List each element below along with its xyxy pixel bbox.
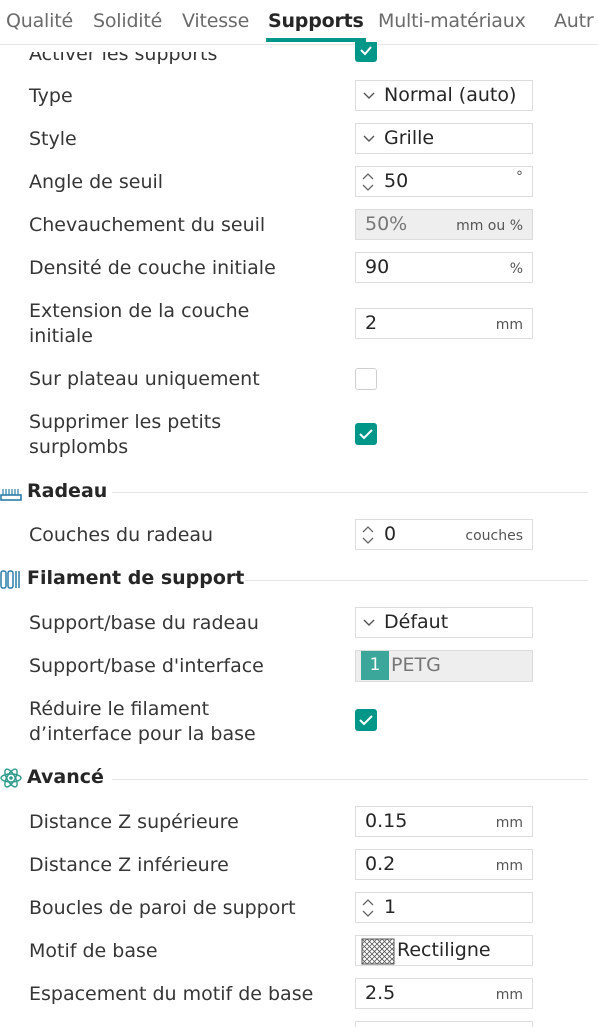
interface-filament-value: PETG — [391, 654, 441, 676]
threshold-angle-spinbox[interactable]: 50 ° — [355, 166, 533, 197]
tab-supports[interactable]: Supports — [268, 10, 364, 32]
wall-loops-spinbox[interactable]: 1 — [355, 892, 533, 923]
raft-layers-label: Couches du radeau — [29, 524, 214, 546]
bottom-z-distance-unit: mm — [495, 858, 523, 874]
base-pattern-value: Rectiligne — [397, 939, 491, 961]
reduce-interface-label-2: d’interface pour la base — [29, 723, 256, 745]
initial-layer-density-label: Densité de couche initiale — [29, 257, 276, 279]
atom-icon — [0, 768, 22, 788]
base-pattern-select[interactable]: Rectiligne — [355, 935, 533, 966]
section-divider — [112, 779, 588, 780]
initial-layer-density-value: 90 — [365, 256, 390, 278]
initial-layer-expansion-label-1: Extension de la couche — [29, 300, 250, 322]
threshold-overlap-field: 50% mm ou % — [355, 209, 533, 240]
wall-loops-value: 1 — [384, 896, 397, 918]
reduce-interface-label-1: Réduire le filament — [29, 698, 210, 720]
type-label: Type — [29, 85, 73, 107]
filament-index-badge: 1 — [361, 651, 389, 680]
section-divider — [112, 492, 588, 493]
tab-speed[interactable]: Vitesse — [182, 10, 249, 32]
threshold-angle-value: 50 — [384, 170, 409, 192]
top-z-distance-unit: mm — [495, 815, 523, 831]
bottom-z-distance-label: Distance Z inférieure — [29, 854, 229, 876]
base-pattern-spacing-value: 2.5 — [365, 982, 396, 1004]
threshold-angle-unit: ° — [516, 169, 523, 185]
chevron-down-icon — [363, 92, 375, 99]
initial-layer-expansion-value: 2 — [365, 312, 378, 334]
build-plate-only-checkbox[interactable] — [355, 368, 377, 390]
filament-icon — [0, 570, 20, 589]
threshold-overlap-label: Chevauchement du seuil — [29, 214, 266, 236]
style-value: Grille — [384, 127, 435, 149]
threshold-overlap-value: 50% — [365, 213, 408, 235]
reduce-interface-checkbox[interactable] — [355, 709, 377, 731]
remove-overhangs-checkbox[interactable] — [355, 423, 377, 445]
checkmark-icon — [360, 46, 372, 56]
checkmark-icon — [359, 429, 373, 440]
raft-base-filament-value: Défaut — [384, 611, 449, 633]
active-tab-indicator — [266, 38, 366, 42]
initial-layer-expansion-unit: mm — [495, 317, 523, 333]
base-pattern-spacing-unit: mm — [495, 987, 523, 1003]
raft-base-filament-label: Support/base du radeau — [29, 612, 259, 634]
type-value: Normal (auto) — [384, 84, 517, 106]
top-z-distance-value: 0.15 — [365, 810, 408, 832]
raft-base-filament-select[interactable]: Défaut — [355, 607, 533, 638]
chevron-down-icon — [363, 619, 375, 626]
base-pattern-spacing-field[interactable]: 2.5 mm — [355, 978, 533, 1009]
initial-layer-expansion-field[interactable]: 2 mm — [355, 308, 533, 339]
tab-bar: Qualité Solidité Vitesse Supports Multi-… — [0, 0, 598, 45]
type-select[interactable]: Normal (auto) — [355, 80, 533, 111]
raft-layers-unit: couches — [465, 528, 523, 544]
threshold-angle-label: Angle de seuil — [29, 171, 164, 193]
section-divider — [245, 580, 588, 581]
tab-strength[interactable]: Solidité — [93, 10, 162, 32]
raft-layers-spinbox[interactable]: 0 couches — [355, 519, 533, 550]
raft-icon — [0, 489, 22, 501]
checkmark-icon — [359, 715, 373, 726]
tab-others[interactable]: Autr — [554, 10, 594, 32]
pattern-hatch-icon — [361, 938, 395, 965]
remove-overhangs-label-1: Supprimer les petits — [29, 411, 222, 433]
interface-filament-label: Support/base d'interface — [29, 655, 264, 677]
spin-arrows-icon[interactable] — [361, 898, 375, 918]
enable-supports-label: Activer les supports — [29, 43, 218, 65]
raft-section-title: Radeau — [27, 480, 108, 502]
style-label: Style — [29, 128, 77, 150]
top-z-distance-field[interactable]: 0.15 mm — [355, 806, 533, 837]
enable-supports-checkbox[interactable] — [355, 42, 377, 62]
initial-layer-expansion-label-2: initiale — [29, 325, 93, 347]
wall-loops-label: Boucles de paroi de support — [29, 897, 296, 919]
base-pattern-spacing-label: Espacement du motif de base — [29, 983, 314, 1005]
tab-multi-material[interactable]: Multi-matériaux — [378, 10, 526, 32]
build-plate-only-label: Sur plateau uniquement — [29, 368, 260, 390]
initial-layer-density-field[interactable]: 90 % — [355, 252, 533, 283]
tab-quality[interactable]: Qualité — [6, 10, 73, 32]
remove-overhangs-label-2: surplombs — [29, 436, 129, 458]
base-pattern-label: Motif de base — [29, 940, 158, 962]
raft-layers-value: 0 — [384, 523, 397, 545]
top-z-distance-label: Distance Z supérieure — [29, 811, 239, 833]
spin-arrows-icon[interactable] — [361, 525, 375, 545]
initial-layer-density-unit: % — [509, 261, 523, 277]
threshold-overlap-unit: mm ou % — [456, 218, 523, 234]
bottom-z-distance-field[interactable]: 0.2 mm — [355, 849, 533, 880]
advanced-section-title: Avancé — [27, 766, 104, 788]
chevron-down-icon — [363, 135, 375, 142]
bottom-z-distance-value: 0.2 — [365, 853, 396, 875]
support-filament-section-title: Filament de support — [27, 567, 245, 589]
spin-arrows-icon[interactable] — [361, 172, 375, 192]
next-field-partial[interactable] — [355, 1021, 533, 1027]
interface-filament-select: 1 PETG — [355, 650, 533, 682]
style-select[interactable]: Grille — [355, 123, 533, 154]
